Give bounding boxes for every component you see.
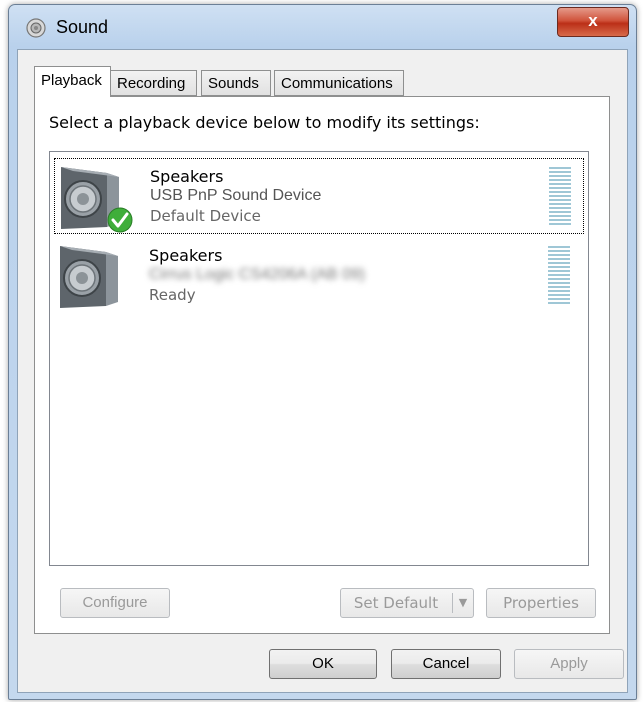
tab-playback[interactable]: Playback (34, 66, 111, 97)
volume-level-meter (549, 167, 571, 229)
device-description: Cirrus Logic CS4206A (AB 09) (149, 266, 366, 283)
dialog-client-area: Playback Recording Sounds Communications… (17, 49, 628, 693)
volume-level-meter (548, 246, 570, 308)
default-check-icon (107, 207, 133, 233)
properties-button[interactable]: Properties (486, 588, 596, 618)
tab-communications[interactable]: Communications (274, 70, 404, 96)
device-item-cirrus-speakers[interactable]: Speakers Cirrus Logic CS4206A (AB 09) Re… (54, 238, 584, 314)
ok-button[interactable]: OK (269, 649, 377, 679)
speaker-icon (60, 246, 118, 308)
cancel-button[interactable]: Cancel (391, 649, 501, 679)
device-name: Speakers (150, 167, 224, 186)
device-item-usb-speakers[interactable]: Speakers USB PnP Sound Device Default De… (54, 158, 584, 234)
device-description: USB PnP Sound Device (150, 187, 322, 204)
set-default-button[interactable]: Set Default ▼ (340, 588, 474, 618)
set-default-label: Set Default (353, 594, 439, 612)
title-bar[interactable]: Sound x (9, 5, 636, 47)
tab-recording[interactable]: Recording (110, 70, 197, 96)
close-icon: x (588, 11, 598, 30)
device-name: Speakers (149, 246, 223, 265)
instructions-text: Select a playback device below to modify… (49, 113, 480, 132)
configure-button[interactable]: Configure (60, 588, 170, 618)
window-title: Sound (56, 17, 109, 37)
chevron-down-icon[interactable]: ▼ (452, 593, 473, 613)
apply-button[interactable]: Apply (514, 649, 624, 679)
sound-dialog: Sound x Playback Recording Sounds Commun… (8, 4, 637, 700)
sound-speaker-icon (26, 18, 46, 38)
playback-device-list[interactable]: Speakers USB PnP Sound Device Default De… (49, 151, 589, 566)
device-status: Default Device (150, 207, 261, 225)
close-button[interactable]: x (557, 7, 629, 37)
tab-sounds[interactable]: Sounds (201, 70, 271, 96)
device-status: Ready (149, 286, 196, 304)
playback-panel: Select a playback device below to modify… (34, 96, 610, 634)
